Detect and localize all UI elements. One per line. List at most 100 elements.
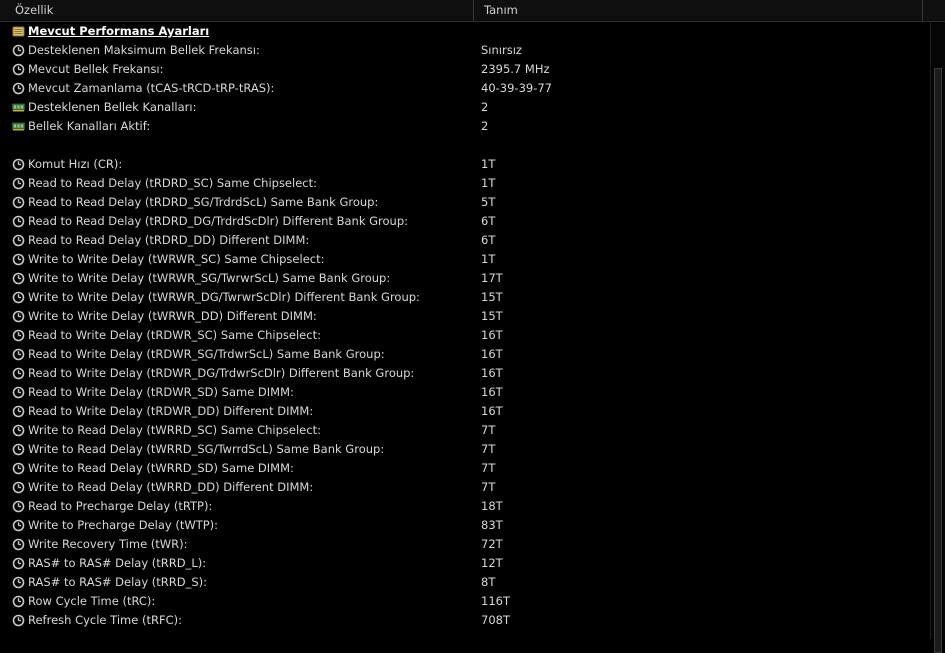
property-value: 7T <box>481 480 496 494</box>
clock-icon <box>12 538 25 551</box>
property-value: 15T <box>481 309 503 323</box>
clock-icon <box>12 557 25 570</box>
property-label: Write to Read Delay (tWRRD_DD) Different… <box>28 480 314 494</box>
table-row[interactable]: Read to Write Delay (tRDWR_SG/TrdwrScL) … <box>0 345 930 364</box>
table-row[interactable]: Read to Write Delay (tRDWR_DD) Different… <box>0 402 930 421</box>
property-value: 12T <box>481 556 503 570</box>
property-value: 18T <box>481 499 503 513</box>
property-label: Komut Hızı (CR): <box>28 157 123 171</box>
property-value: 2 <box>481 100 489 114</box>
table-row[interactable]: Read to Write Delay (tRDWR_SC) Same Chip… <box>0 326 930 345</box>
property-label: RAS# to RAS# Delay (tRRD_S): <box>28 575 208 589</box>
property-value: 1T <box>481 176 496 190</box>
clock-icon <box>12 481 25 494</box>
property-value: 16T <box>481 385 503 399</box>
property-value: 6T <box>481 214 496 228</box>
property-value: 2 <box>481 119 489 133</box>
vertical-scrollbar[interactable] <box>930 22 945 653</box>
table-row[interactable]: Write to Write Delay (tWRWR_DD) Differen… <box>0 307 930 326</box>
property-label: Write to Read Delay (tWRRD_SG/TwrrdScL) … <box>28 442 385 456</box>
table-row[interactable]: Read to Read Delay (tRDRD_SC) Same Chips… <box>0 174 930 193</box>
memory-module-icon <box>12 101 25 114</box>
table-row[interactable]: Read to Write Delay (tRDWR_SD) Same DIMM… <box>0 383 930 402</box>
property-value: 7T <box>481 442 496 456</box>
clock-icon <box>12 576 25 589</box>
table-row[interactable]: Write to Read Delay (tWRRD_SD) Same DIMM… <box>0 459 930 478</box>
clock-icon <box>12 177 25 190</box>
property-label: Read to Precharge Delay (tRTP): <box>28 499 213 513</box>
property-value: 15T <box>481 290 503 304</box>
clock-icon <box>12 595 25 608</box>
property-label: Read to Read Delay (tRDRD_SC) Same Chips… <box>28 176 317 190</box>
table-row[interactable]: Write Recovery Time (tWR): 72T <box>0 535 930 554</box>
clock-icon <box>12 215 25 228</box>
table-row[interactable]: Write to Precharge Delay (tWTP): 83T <box>0 516 930 535</box>
property-label: Read to Read Delay (tRDRD_DG/TrdrdScDlr)… <box>28 214 409 228</box>
scrollbar-thumb[interactable] <box>934 68 942 653</box>
table-row[interactable]: Write to Write Delay (tWRWR_DG/TwrwrScDl… <box>0 288 930 307</box>
property-value: 16T <box>481 328 503 342</box>
table-row[interactable]: Write to Write Delay (tWRWR_SG/TwrwrScL)… <box>0 269 930 288</box>
column-header-property[interactable]: Özellik <box>0 0 474 21</box>
table-row[interactable]: Desteklenen Bellek Kanalları: 2 <box>0 98 930 117</box>
table-row[interactable]: Refresh Cycle Time (tRFC): 708T <box>0 611 930 630</box>
property-label: Bellek Kanalları Aktif: <box>28 119 151 133</box>
property-label: Read to Write Delay (tRDWR_DG/TrdwrScDlr… <box>28 366 415 380</box>
table-row[interactable]: Write to Read Delay (tWRRD_DD) Different… <box>0 478 930 497</box>
table-row[interactable]: Read to Precharge Delay (tRTP): 18T <box>0 497 930 516</box>
clock-icon <box>12 500 25 513</box>
property-value: 1T <box>481 157 496 171</box>
property-label: Write to Read Delay (tWRRD_SD) Same DIMM… <box>28 461 294 475</box>
table-row[interactable]: Read to Read Delay (tRDRD_DG/TrdrdScDlr)… <box>0 212 930 231</box>
table-row[interactable]: RAS# to RAS# Delay (tRRD_S): 8T <box>0 573 930 592</box>
clock-icon <box>12 196 25 209</box>
table-row[interactable]: Write to Read Delay (tWRRD_SG/TwrrdScL) … <box>0 440 930 459</box>
table-row[interactable]: Read to Read Delay (tRDRD_DD) Different … <box>0 231 930 250</box>
table-row[interactable]: Bellek Kanalları Aktif: 2 <box>0 117 930 136</box>
clock-icon <box>12 367 25 380</box>
property-value: 16T <box>481 366 503 380</box>
table-row[interactable]: Komut Hızı (CR): 1T <box>0 155 930 174</box>
column-header-value[interactable]: Tanım <box>474 0 923 21</box>
table-row[interactable]: Read to Read Delay (tRDRD_SG/TrdrdScL) S… <box>0 193 930 212</box>
clock-icon <box>12 82 25 95</box>
table-row[interactable]: Write to Write Delay (tWRWR_SC) Same Chi… <box>0 250 930 269</box>
property-value: 1T <box>481 252 496 266</box>
table-row[interactable]: Desteklenen Maksimum Bellek Frekansı: Sın… <box>0 41 930 60</box>
property-value: 5T <box>481 195 496 209</box>
table-row[interactable]: Row Cycle Time (tRC): 116T <box>0 592 930 611</box>
clock-icon <box>12 158 25 171</box>
table-row[interactable]: Mevcut Bellek Frekansı: 2395.7 MHz <box>0 60 930 79</box>
table-row[interactable]: Mevcut Zamanlama (tCAS-tRCD-tRP-tRAS): 40… <box>0 79 930 98</box>
property-label: Mevcut Bellek Frekansı: <box>28 62 164 76</box>
property-label: Write to Write Delay (tWRWR_DG/TwrwrScDl… <box>28 290 420 304</box>
property-label: Read to Read Delay (tRDRD_SG/TrdrdScL) S… <box>28 195 379 209</box>
section-folder-icon <box>12 25 25 38</box>
property-list: Mevcut Performans Ayarları Desteklenen M… <box>0 22 930 639</box>
section-title-row[interactable]: Mevcut Performans Ayarları <box>0 22 930 41</box>
clock-icon <box>12 614 25 627</box>
clock-icon <box>12 348 25 361</box>
table-row[interactable]: Read to Write Delay (tRDWR_DG/TrdwrScDlr… <box>0 364 930 383</box>
memory-module-icon <box>12 120 25 133</box>
clock-icon <box>12 234 25 247</box>
property-label: RAS# to RAS# Delay (tRRD_L): <box>28 556 207 570</box>
table-row[interactable]: RAS# to RAS# Delay (tRRD_L): 12T <box>0 554 930 573</box>
clock-icon <box>12 310 25 323</box>
property-value: 7T <box>481 423 496 437</box>
property-label: Write to Write Delay (tWRWR_SC) Same Chi… <box>28 252 325 266</box>
property-value: 83T <box>481 518 503 532</box>
property-value: 72T <box>481 537 503 551</box>
clock-icon <box>12 272 25 285</box>
clock-icon <box>12 386 25 399</box>
table-row[interactable]: Write to Read Delay (tWRRD_SC) Same Chip… <box>0 421 930 440</box>
property-value: 16T <box>481 347 503 361</box>
property-label: Write to Read Delay (tWRRD_SC) Same Chip… <box>28 423 321 437</box>
clock-icon <box>12 443 25 456</box>
property-value: 8T <box>481 575 496 589</box>
property-value: 708T <box>481 613 510 627</box>
property-value: 116T <box>481 594 510 608</box>
property-label: Read to Write Delay (tRDWR_SG/TrdwrScL) … <box>28 347 385 361</box>
property-value: 2395.7 MHz <box>481 62 550 76</box>
property-label: Desteklenen Maksimum Bellek Frekansı: <box>28 43 260 57</box>
